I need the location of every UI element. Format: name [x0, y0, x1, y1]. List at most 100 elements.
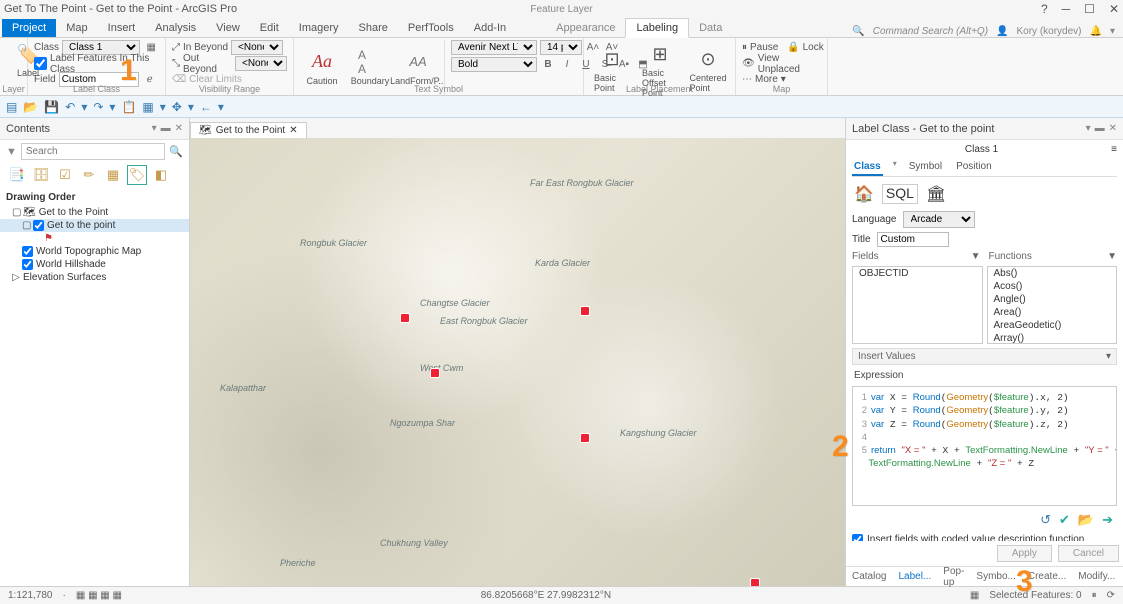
command-search[interactable]: Command Search (Alt+Q) [873, 26, 988, 37]
size-select[interactable]: 14 pt [540, 40, 582, 55]
basemap-visibility-checkbox[interactable] [22, 246, 33, 257]
feature-point[interactable] [580, 433, 590, 443]
scale-icon[interactable]: 🏛 [926, 184, 946, 204]
font-select[interactable]: Avenir Next LT Pro [451, 40, 537, 55]
notifications-icon[interactable]: 🔔 [1090, 26, 1102, 37]
expression-builder-icon[interactable]: 🏠 [854, 184, 874, 204]
bold-icon[interactable]: B [540, 58, 556, 72]
undo-expr-icon[interactable]: ↺ [1040, 512, 1051, 528]
title-input[interactable] [877, 232, 949, 247]
list-editing-icon[interactable]: ✏ [80, 166, 98, 184]
tab-insert[interactable]: Insert [98, 19, 146, 37]
autohide-icon[interactable]: ▬ [161, 123, 171, 134]
list-snapping-icon[interactable]: ▦ [104, 166, 122, 184]
tab-analysis[interactable]: Analysis [145, 19, 206, 37]
tab-imagery[interactable]: Imagery [289, 19, 349, 37]
map-tab[interactable]: 🗺Get to the Point✕ [190, 122, 307, 138]
tab-share[interactable]: Share [349, 19, 398, 37]
autohide-icon[interactable]: ▬ [1095, 123, 1105, 134]
insert-values-dropdown[interactable]: Insert Values [858, 351, 916, 362]
tab-view[interactable]: View [206, 19, 250, 37]
dock-icon[interactable]: ▾ [1086, 123, 1091, 134]
burger-icon[interactable]: ≡ [1111, 144, 1117, 155]
refresh-icon[interactable]: ⟳ [1107, 590, 1115, 601]
apply-button[interactable]: Apply [997, 545, 1052, 562]
list-labeling-icon[interactable]: 🏷 [128, 166, 146, 184]
list-selection-icon[interactable]: ☑ [56, 166, 74, 184]
list-drawing-order-icon[interactable]: 📑 [8, 166, 26, 184]
qat-more-icon[interactable]: ▾ [218, 100, 224, 114]
language-select[interactable]: Arcade [903, 211, 975, 228]
full-extent-icon[interactable]: ▦ [142, 100, 153, 114]
dock-popup[interactable]: Pop-up [937, 564, 970, 590]
tab-perftools[interactable]: PerfTools [398, 19, 464, 37]
dock-modify[interactable]: Modify... [1072, 569, 1121, 584]
map-canvas[interactable]: Far East Rongbuk Glacier Rongbuk Glacier… [190, 138, 845, 586]
selection-icon[interactable]: ▦ [970, 590, 979, 601]
coded-value-checkbox[interactable] [852, 534, 863, 541]
minimize-icon[interactable]: ─ [1062, 2, 1071, 16]
user-name[interactable]: Kory (korydev) [1017, 26, 1082, 37]
layer-visibility-checkbox[interactable] [33, 220, 44, 231]
basemap2-visibility-checkbox[interactable] [22, 259, 33, 270]
sql-icon[interactable]: SQL [882, 184, 918, 204]
user-avatar-icon[interactable]: 👤 [996, 26, 1008, 37]
maximize-icon[interactable]: ☐ [1084, 2, 1095, 16]
pause-drawing-icon[interactable]: ⏸ [1092, 590, 1097, 601]
layer-symbol[interactable]: ⚑ [0, 232, 189, 245]
out-beyond-select[interactable]: <None> [235, 56, 287, 71]
subtab-class[interactable]: Class [852, 159, 883, 176]
clipboard-icon[interactable]: 📋 [121, 100, 136, 114]
close-maptab-icon[interactable]: ✕ [289, 125, 297, 136]
export-icon[interactable]: ➔ [1102, 512, 1113, 528]
back-icon[interactable]: ← [200, 100, 212, 114]
save-icon[interactable]: 💾 [44, 100, 59, 114]
italic-icon[interactable]: I [559, 58, 575, 72]
basemap-hillshade-item[interactable]: World Hillshade [0, 258, 189, 271]
feature-point[interactable] [400, 313, 410, 323]
search-icon[interactable]: 🔍 [852, 26, 864, 37]
scale-display[interactable]: 1:121,780 [8, 590, 53, 601]
filter-fields-icon[interactable]: ▼ [971, 251, 981, 262]
dock-catalog[interactable]: Catalog [846, 569, 892, 584]
layer-item[interactable]: ▢Get to the point [0, 219, 189, 232]
close-icon[interactable]: ✕ [1109, 2, 1119, 16]
redo-icon[interactable]: ↷ [93, 100, 103, 114]
map-frame-item[interactable]: ▢🗺Get to the Point [0, 206, 189, 219]
dock-label[interactable]: Label... [892, 569, 937, 584]
dock-icon[interactable]: ▾ [152, 123, 157, 134]
close-pane-icon[interactable]: ✕ [1109, 123, 1117, 134]
search-input[interactable] [21, 143, 165, 160]
pause-icon[interactable]: ⏸ [742, 42, 747, 53]
functions-list[interactable]: Abs()Acos()Angle()Area()AreaGeodetic()Ar… [987, 266, 1118, 344]
label-features-checkbox[interactable] [34, 56, 47, 71]
in-beyond-select[interactable]: <None> [231, 40, 283, 55]
close-pane-icon[interactable]: ✕ [175, 123, 183, 134]
validate-icon[interactable]: ✔ [1059, 512, 1070, 528]
feature-point[interactable] [430, 368, 440, 378]
fields-list[interactable]: OBJECTID [852, 266, 983, 344]
tab-edit[interactable]: Edit [250, 19, 289, 37]
open-icon[interactable]: 📂 [23, 100, 38, 114]
view-unplaced-icon[interactable]: 👁 [742, 58, 755, 69]
list-source-icon[interactable]: 🗄 [32, 166, 50, 184]
filter-functions-icon[interactable]: ▼ [1107, 251, 1117, 262]
tab-data[interactable]: Data [689, 19, 732, 37]
weight-select[interactable]: Bold [451, 57, 537, 72]
subtab-position[interactable]: Position [954, 159, 994, 176]
help-icon[interactable]: ? [1041, 2, 1048, 16]
feature-point[interactable] [750, 578, 760, 586]
list-perspective-icon[interactable]: ◧ [152, 166, 170, 184]
feature-point[interactable] [580, 306, 590, 316]
dock-symbology[interactable]: Symbo... [970, 569, 1021, 584]
filter-icon[interactable]: ▼ [6, 146, 17, 158]
tab-appearance[interactable]: Appearance [546, 19, 625, 37]
tab-addin[interactable]: Add-In [464, 19, 516, 37]
elevation-group[interactable]: ▷Elevation Surfaces [0, 271, 189, 284]
tab-map[interactable]: Map [56, 19, 97, 37]
tab-project[interactable]: Project [2, 19, 56, 37]
new-project-icon[interactable]: ▤ [6, 100, 17, 114]
view-tool-icons[interactable]: ▦ ▦ ▦ ▦ [76, 590, 122, 601]
explore-icon[interactable]: ✥ [172, 100, 182, 114]
chevron-down-icon[interactable]: ▾ [1110, 26, 1115, 37]
